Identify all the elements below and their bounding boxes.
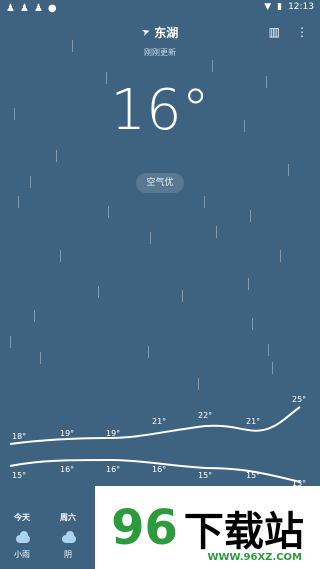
forecast-day-saturday[interactable]: 周六 阴 (48, 506, 88, 560)
low-temp-label: 16° (106, 465, 120, 474)
day-weather: 小雨 (14, 550, 30, 559)
location-name: 东湖 (154, 26, 179, 40)
high-temp-label: 22° (198, 411, 212, 420)
watermark-number: 96 (111, 499, 178, 556)
clock: 12:13 (288, 2, 314, 12)
low-temp-label: 15° (246, 471, 260, 480)
high-temp-label: 25° (292, 395, 306, 404)
daily-forecast: 今天 小雨 周六 阴 (0, 506, 95, 569)
rain-cloud-icon (14, 531, 30, 543)
high-temp-label: 18° (12, 432, 26, 441)
low-temp-label: 15° (198, 471, 212, 480)
city-icon[interactable]: ▥ (269, 25, 280, 39)
wifi-icon: ▼ (264, 2, 272, 12)
qq-icon: ♟ (33, 3, 43, 14)
status-bar: ♟ ♟ ♟ ● ▼ ▮ 12:13 (0, 0, 320, 18)
high-temp-label: 21° (246, 417, 260, 426)
day-name: 今天 (14, 513, 30, 522)
low-temp-label: 15° (12, 471, 26, 480)
update-status: 刚刚更新 (144, 48, 176, 57)
day-weather: 阴 (64, 550, 72, 559)
qq-icon: ♟ (19, 3, 29, 14)
high-temp-label: 21° (152, 417, 166, 426)
qq-icon: ♟ (6, 3, 15, 14)
watermark-text: 下载站 (183, 508, 304, 555)
high-temp-label: 19° (60, 429, 74, 438)
low-temp-label: 16° (152, 465, 166, 474)
cloud-icon (60, 531, 76, 543)
temperature-forecast-chart: 18° 19° 19° 21° 22° 21° 25° 15° 16° 16° … (9, 395, 306, 488)
battery-icon: ▮ (277, 2, 283, 12)
chat-icon: ● (47, 3, 57, 14)
more-icon[interactable]: ⋮ (296, 25, 308, 39)
forecast-day-today[interactable]: 今天 小雨 (2, 506, 42, 560)
site-watermark: 96 下载站 WWW.96XZ.COM (95, 486, 320, 569)
watermark-url: WWW.96XZ.COM (207, 552, 302, 563)
current-temperature: 16° (110, 78, 210, 143)
high-temp-label: 19° (106, 429, 120, 438)
low-temp-label: 16° (60, 465, 74, 474)
air-quality-badge[interactable]: 空气优 (136, 173, 184, 193)
day-name: 周六 (60, 513, 76, 522)
location-arrow-icon: ➤ (140, 25, 152, 40)
